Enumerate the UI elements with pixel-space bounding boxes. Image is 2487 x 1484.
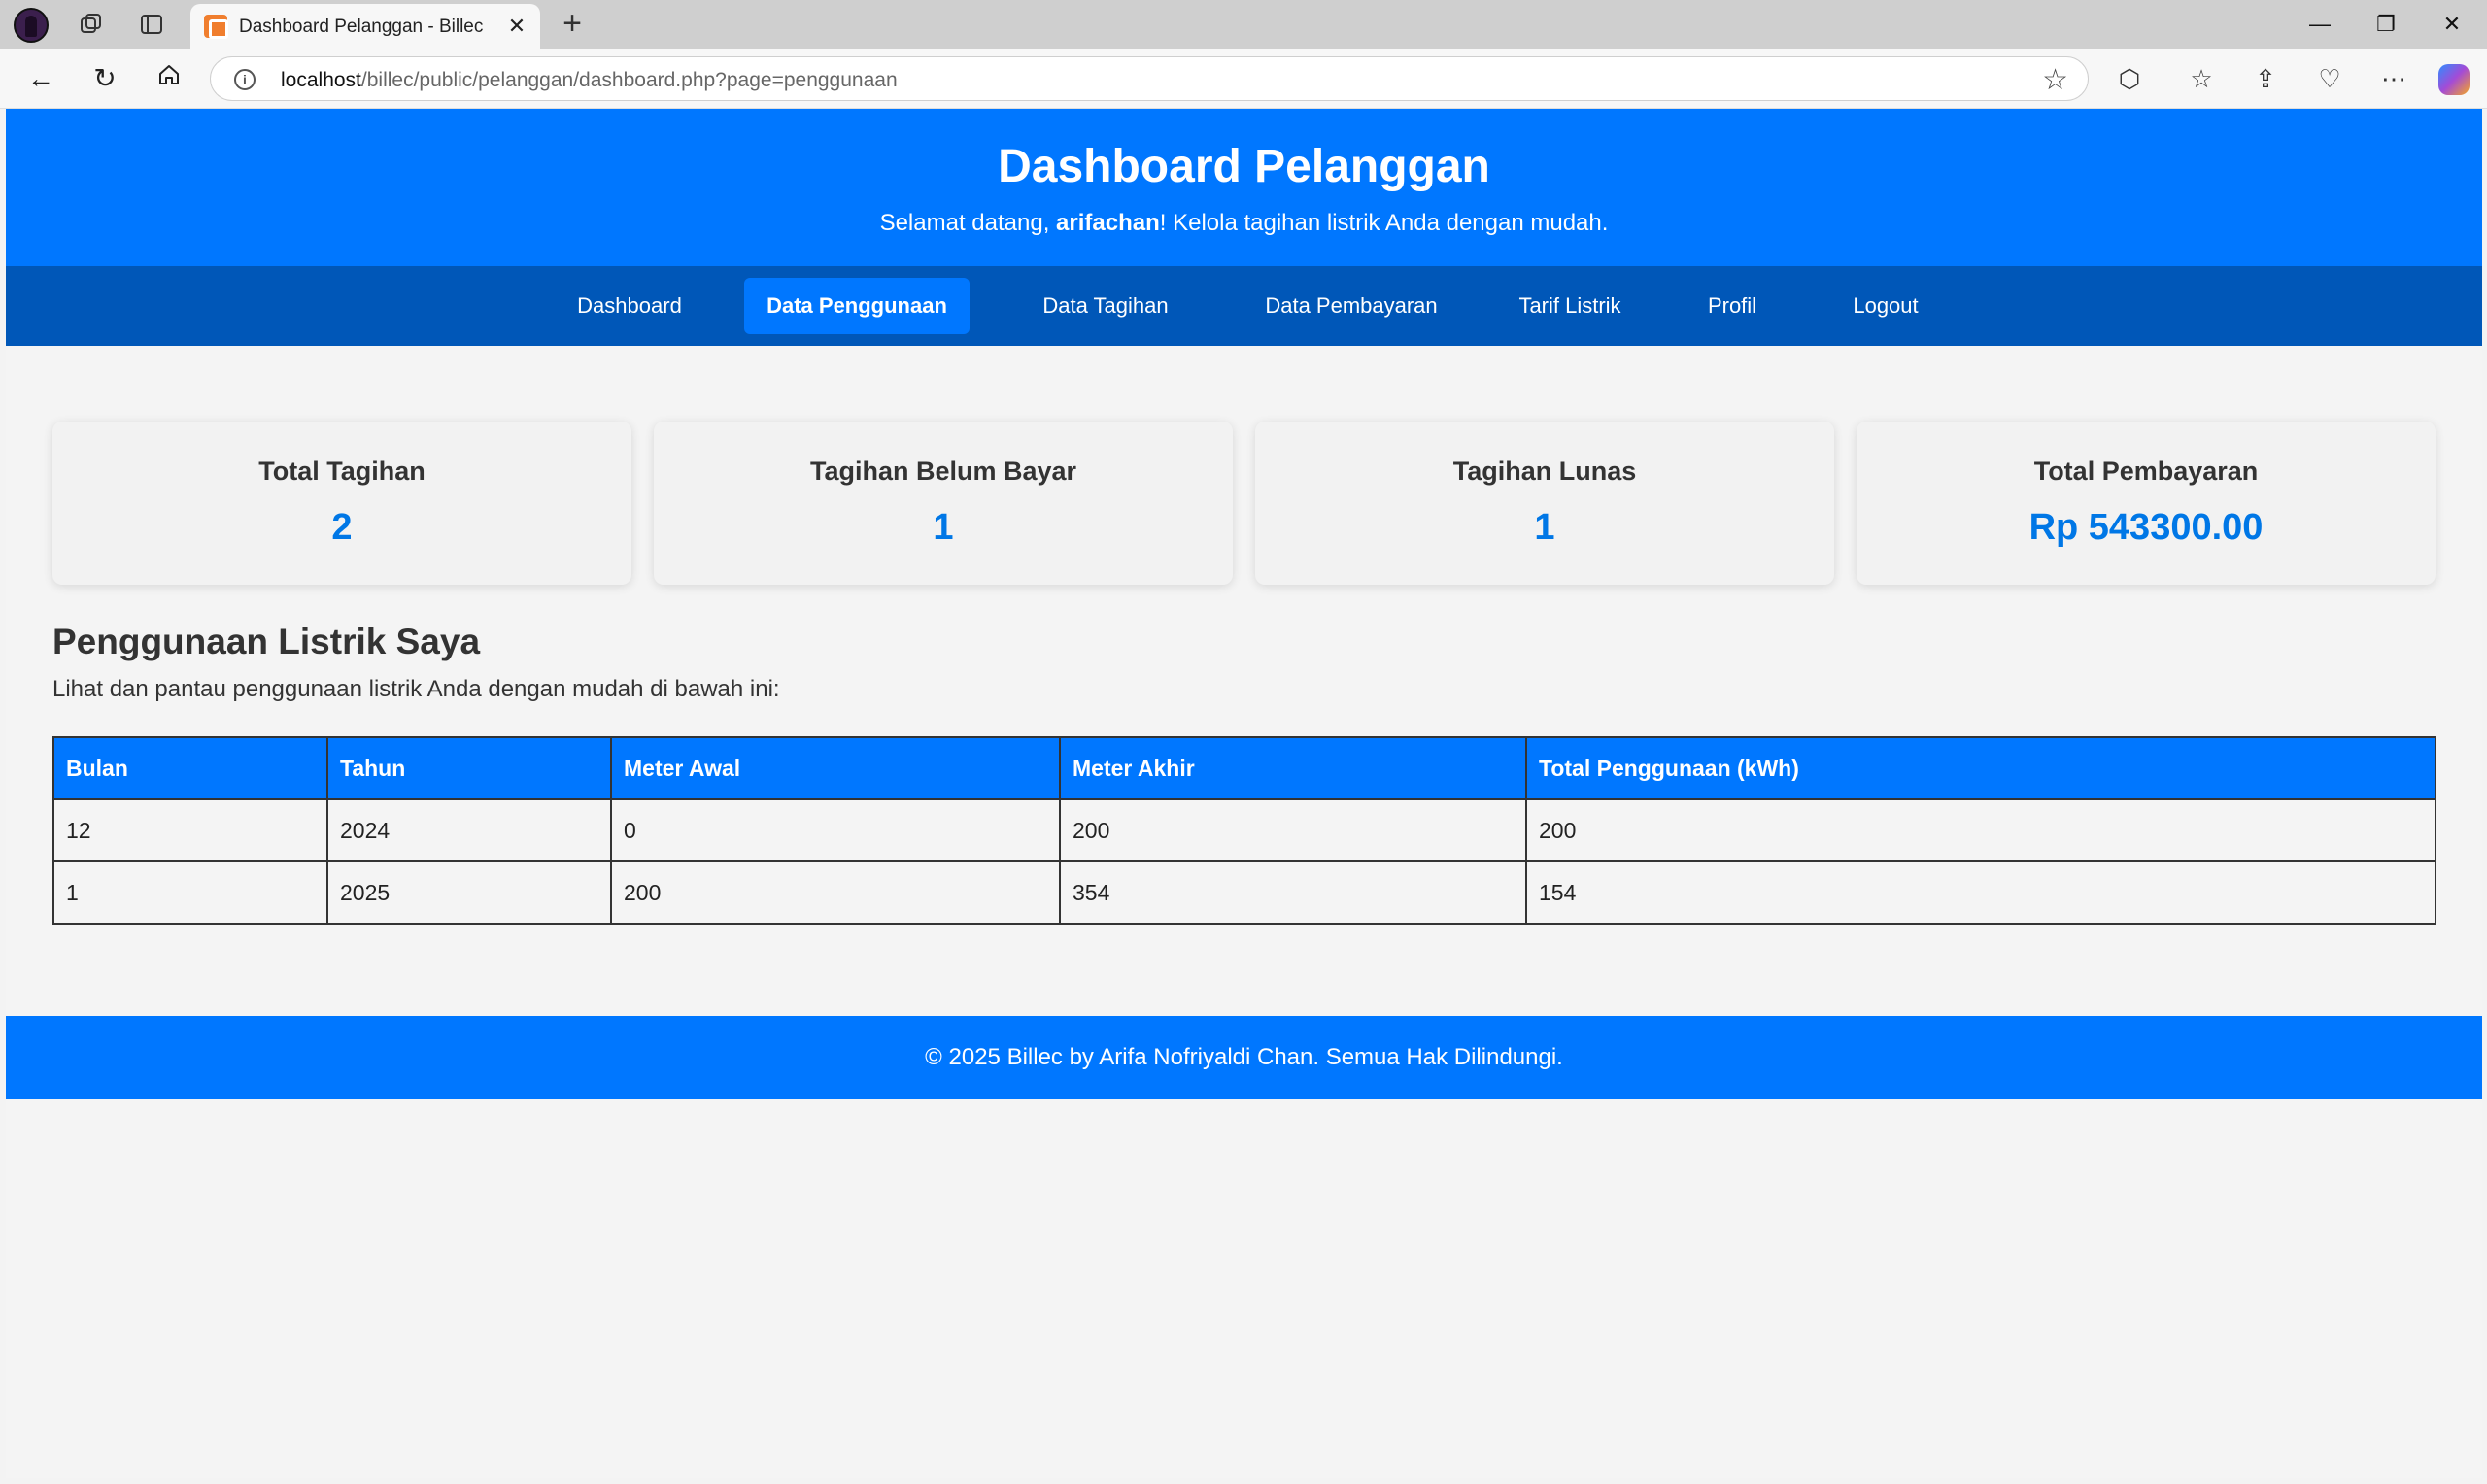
stat-card-total-pembayaran: Total Pembayaran Rp 543300.00 <box>1857 422 2436 585</box>
stat-value: Rp 543300.00 <box>2028 507 2264 548</box>
usage-table: Bulan Tahun Meter Awal Meter Akhir Total… <box>52 736 2436 925</box>
share-icon[interactable]: ⇪ <box>2248 61 2283 96</box>
column-header-meter-awal: Meter Awal <box>610 736 1061 800</box>
browser-essentials-icon[interactable]: ♡ <box>2312 61 2347 96</box>
address-bar-row: ← ↻ i localhost/billec/public/pelanggan/… <box>0 49 2487 109</box>
reload-icon[interactable]: ↻ <box>87 61 122 96</box>
stat-title: Total Tagihan <box>258 456 426 486</box>
stat-title: Tagihan Belum Bayar <box>809 456 1077 486</box>
nav-tarif-listrik[interactable]: Tarif Listrik <box>1508 278 1632 334</box>
nav-data-tagihan[interactable]: Data Tagihan <box>1018 278 1193 334</box>
stat-card-tagihan-belum-bayar: Tagihan Belum Bayar 1 <box>654 422 1233 585</box>
cell-total-penggunaan: 200 <box>1525 798 2436 862</box>
more-menu-icon[interactable]: ⋯ <box>2376 61 2411 96</box>
column-header-meter-akhir: Meter Akhir <box>1059 736 1527 800</box>
minimize-icon[interactable]: — <box>2293 6 2347 43</box>
favorite-star-icon[interactable]: ☆ <box>2042 63 2068 97</box>
cell-total-penggunaan: 154 <box>1525 860 2436 925</box>
browser-tab-active[interactable]: Dashboard Pelanggan - Billec ✕ <box>190 4 540 49</box>
new-tab-plus-icon[interactable]: + <box>554 6 591 43</box>
cell-tahun: 2025 <box>326 860 612 925</box>
favorites-icon[interactable]: ☆ <box>2184 61 2219 96</box>
table-row: 12 2024 0 200 200 <box>52 798 2436 862</box>
home-icon[interactable] <box>152 61 187 96</box>
browser-tab-bar: Dashboard Pelanggan - Billec ✕ + — ❐ ✕ <box>0 0 2487 49</box>
username: arifachan <box>1056 210 1160 236</box>
usage-section-title: Penggunaan Listrik Saya <box>52 622 481 661</box>
stat-value: 1 <box>1534 507 1555 548</box>
table-row: 1 2025 200 354 154 <box>52 860 2436 925</box>
stat-value: 1 <box>933 507 954 548</box>
cell-meter-akhir: 200 <box>1059 798 1527 862</box>
tab-close-icon[interactable]: ✕ <box>503 13 530 40</box>
nav-dashboard[interactable]: Dashboard <box>556 278 703 334</box>
site-info-icon[interactable]: i <box>234 69 256 90</box>
cell-meter-akhir: 354 <box>1059 860 1527 925</box>
cell-bulan: 1 <box>52 860 328 925</box>
nav-profil[interactable]: Profil <box>1696 278 1768 334</box>
page-title: Dashboard Pelanggan <box>998 141 1490 192</box>
profile-avatar-icon[interactable] <box>14 8 49 43</box>
stat-value: 2 <box>331 507 353 548</box>
url-text: localhost/billec/public/pelanggan/dashbo… <box>281 69 898 91</box>
workspaces-icon[interactable] <box>74 7 109 42</box>
stat-card-tagihan-lunas: Tagihan Lunas 1 <box>1255 422 1834 585</box>
main-nav: Dashboard Data Penggunaan Data Tagihan D… <box>6 266 2482 346</box>
restore-icon[interactable]: ❐ <box>2359 6 2413 43</box>
cell-meter-awal: 0 <box>610 798 1061 862</box>
xampp-favicon-icon <box>204 15 228 39</box>
nav-logout[interactable]: Logout <box>1832 278 1939 334</box>
cell-bulan: 12 <box>52 798 328 862</box>
tab-actions-icon[interactable] <box>134 7 169 42</box>
column-header-tahun: Tahun <box>326 736 612 800</box>
cell-tahun: 2024 <box>326 798 612 862</box>
nav-data-penggunaan[interactable]: Data Penggunaan <box>744 278 970 334</box>
page-content: Dashboard Pelanggan Selamat datang, arif… <box>6 109 2482 1478</box>
stat-title: Total Pembayaran <box>2033 456 2259 486</box>
page-footer: © 2025 Billec by Arifa Nofriyaldi Chan. … <box>6 1016 2482 1099</box>
welcome-text: Selamat datang, arifachan! Kelola tagiha… <box>879 210 1609 236</box>
nav-data-pembayaran[interactable]: Data Pembayaran <box>1240 278 1463 334</box>
cell-meter-awal: 200 <box>610 860 1061 925</box>
stat-card-total-tagihan: Total Tagihan 2 <box>52 422 631 585</box>
stat-title: Tagihan Lunas <box>1452 456 1637 486</box>
extensions-icon[interactable]: ⬡ <box>2112 61 2147 96</box>
window-close-icon[interactable]: ✕ <box>2425 6 2479 43</box>
column-header-total-penggunaan: Total Penggunaan (kWh) <box>1525 736 2436 800</box>
back-arrow-icon[interactable]: ← <box>23 61 58 96</box>
tab-title: Dashboard Pelanggan - Billec <box>239 17 484 37</box>
url-input[interactable]: i localhost/billec/public/pelanggan/dash… <box>210 56 2089 101</box>
copilot-icon[interactable] <box>2438 64 2470 95</box>
column-header-bulan: Bulan <box>52 736 328 800</box>
usage-section-description: Lihat dan pantau penggunaan listrik Anda… <box>52 676 780 702</box>
page-header: Dashboard Pelanggan Selamat datang, arif… <box>6 109 2482 266</box>
table-header-row: Bulan Tahun Meter Awal Meter Akhir Total… <box>52 736 2436 800</box>
